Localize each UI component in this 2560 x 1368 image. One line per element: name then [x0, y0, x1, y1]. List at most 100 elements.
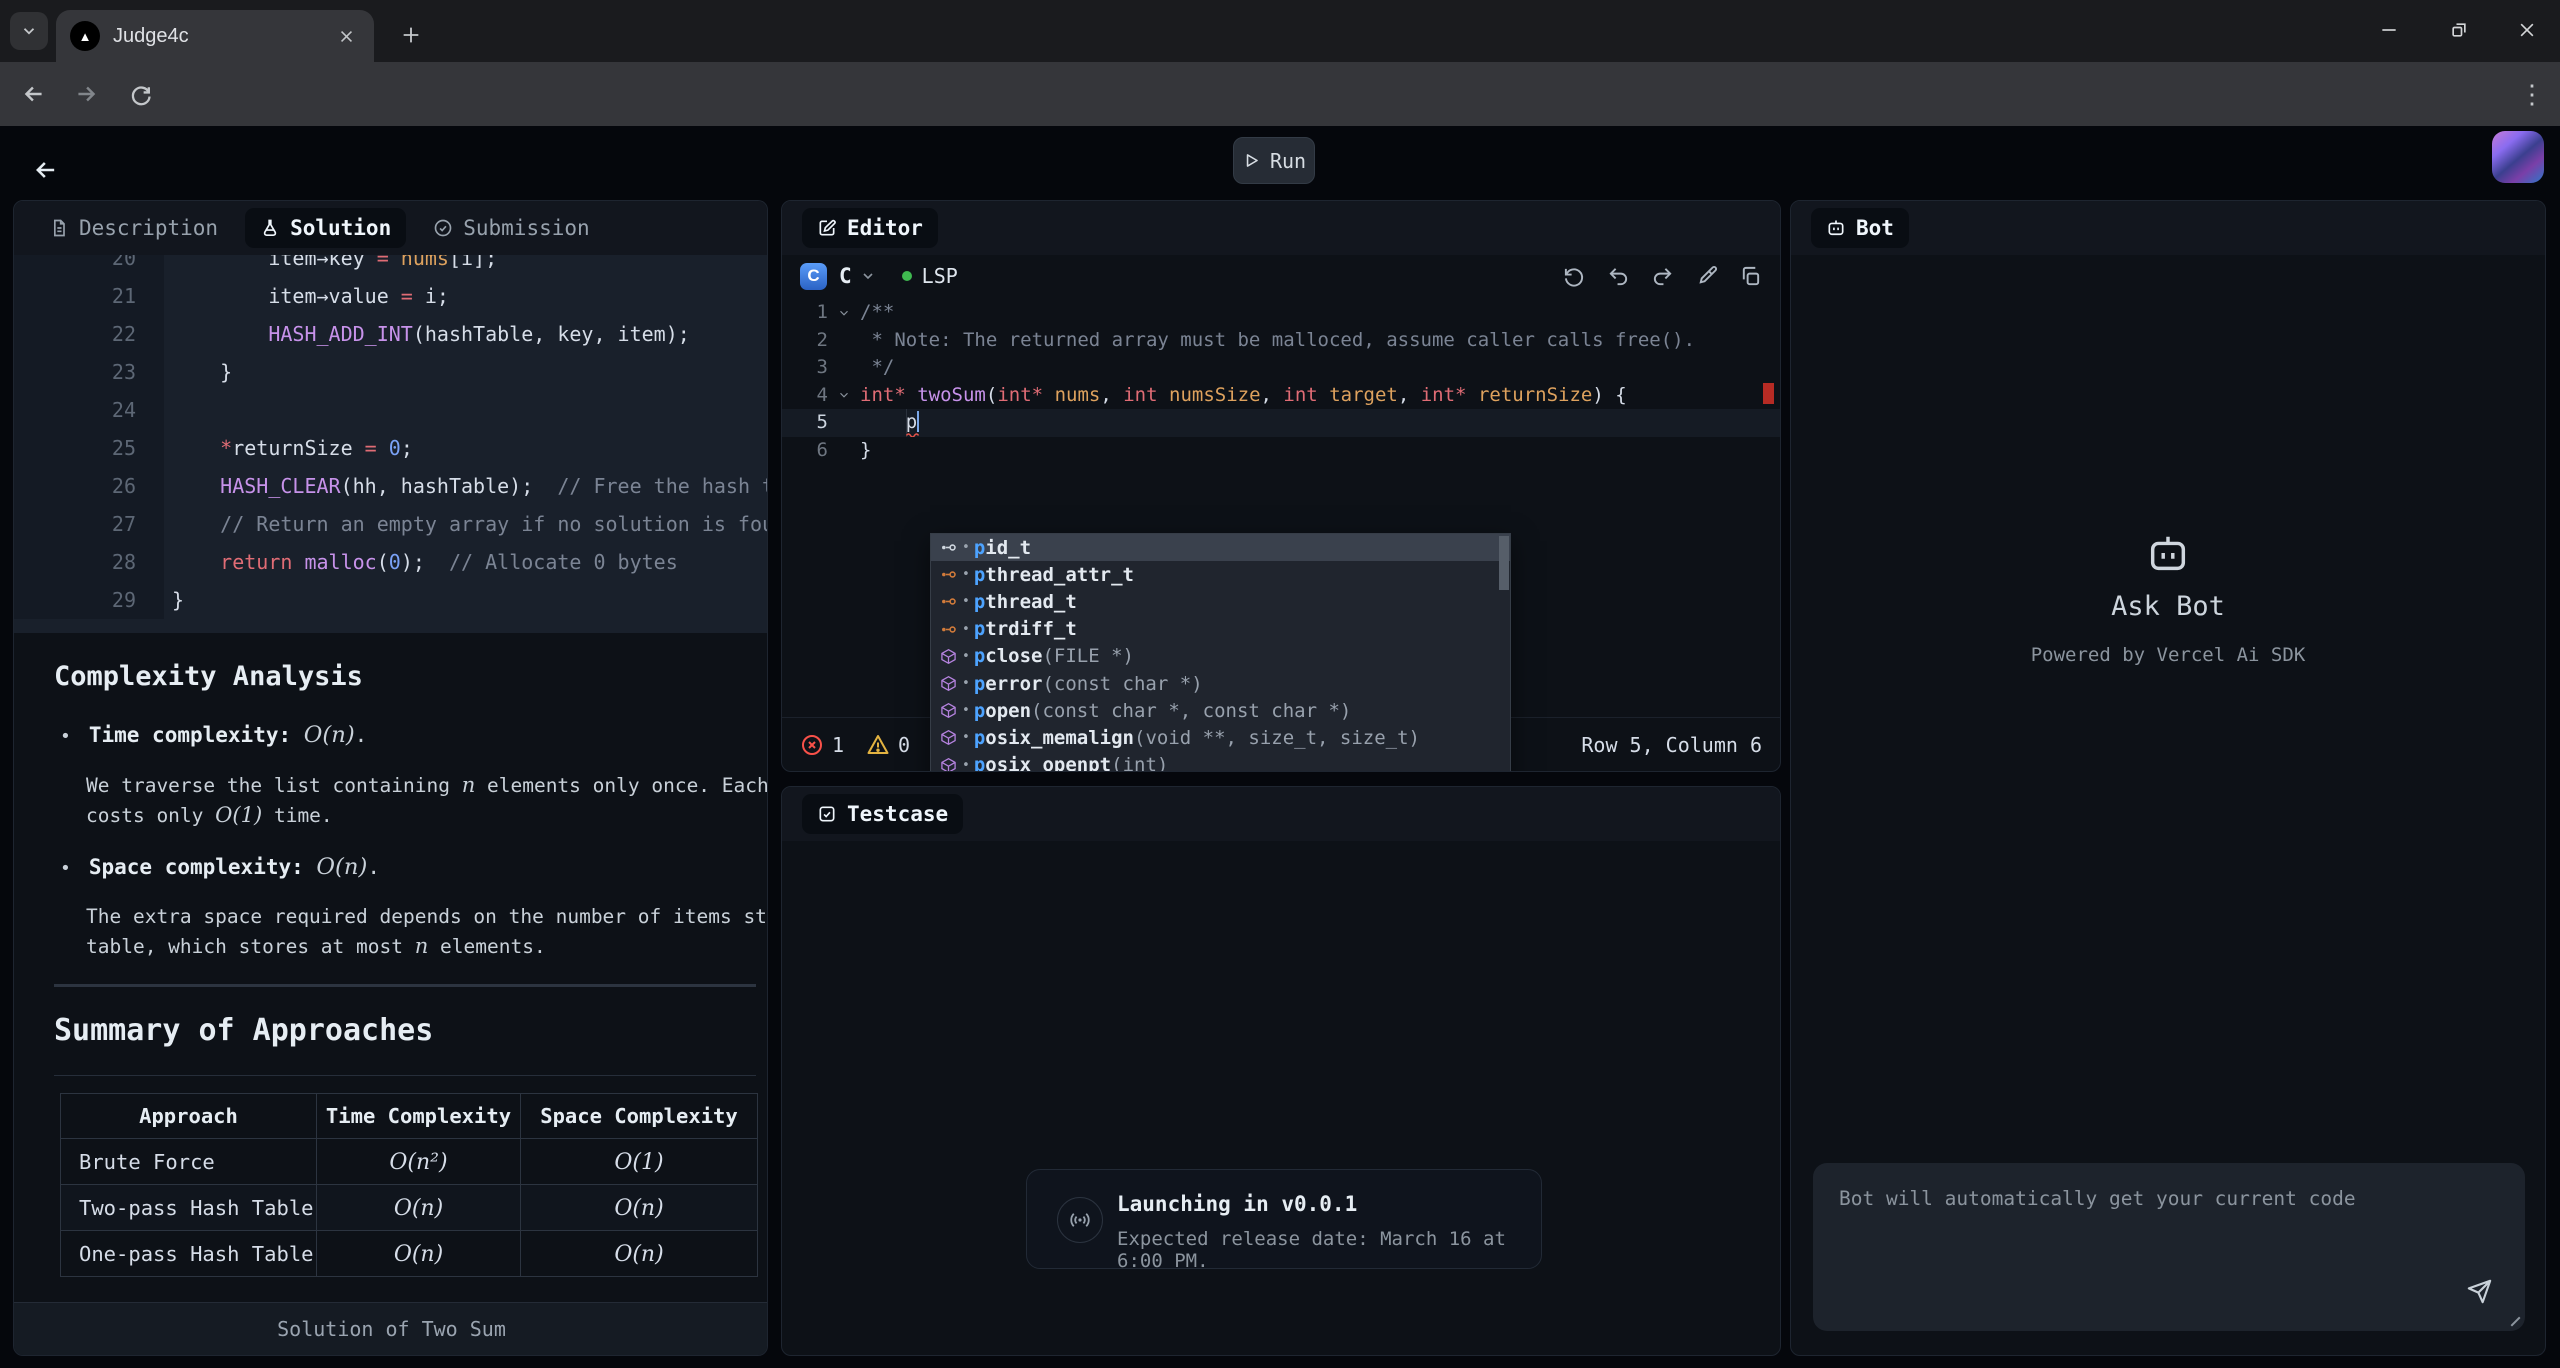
editor-code-line: 6}	[782, 437, 1780, 465]
cube-icon	[940, 757, 957, 772]
play-icon	[1242, 151, 1261, 170]
language-chevron-icon[interactable]	[860, 268, 876, 284]
tab-testcase[interactable]: Testcase	[802, 794, 963, 834]
completion-item[interactable]: •posix_openpt(int)	[931, 752, 1510, 773]
editor-code-line: 3 */	[782, 354, 1780, 382]
launch-title: Launching in v0.0.1	[1117, 1192, 1357, 1216]
testcase-panel-tabs: Testcase	[782, 787, 1780, 841]
browser-tab[interactable]: ▲ Judge4c	[56, 10, 374, 62]
code-line: 23 }	[14, 353, 768, 391]
window-minimize-button[interactable]	[2364, 10, 2414, 50]
completion-item[interactable]: •pclose(FILE *)	[931, 643, 1510, 670]
solution-panel: Description Solution Submission 20 item→ke…	[13, 200, 768, 1356]
completion-item[interactable]: •posix_memalign(void **, size_t, size_t)	[931, 724, 1510, 751]
bot-empty-title: Ask Bot	[1791, 591, 2545, 622]
browser-back-button[interactable]	[14, 74, 54, 114]
cursor-position: Row 5, Column 6	[1581, 733, 1762, 757]
overview-ruler-error-marker	[1763, 383, 1774, 404]
code-line: 28 return malloc(0); // Allocate 0 bytes	[14, 543, 768, 581]
editor-code-line: 4int* twoSum(int* nums, int numsSize, in…	[782, 382, 1780, 410]
completion-item[interactable]: •pthread_attr_t	[931, 561, 1510, 588]
code-line: 20 item→key = nums[i];	[14, 255, 768, 277]
send-icon[interactable]	[2466, 1278, 2493, 1305]
solution-code-lines: 20 item→key = nums[i];21 item→value = i;…	[14, 255, 768, 619]
analysis-heading: Complexity Analysis	[54, 661, 767, 692]
favicon-icon: ▲	[70, 21, 100, 51]
format-code-icon[interactable]	[1695, 265, 1718, 288]
language-label[interactable]: C	[839, 264, 852, 288]
tab-close-icon[interactable]	[332, 22, 360, 50]
solution-code-block[interactable]: 20 item→key = nums[i];21 item→value = i;…	[14, 255, 768, 633]
cube-icon	[940, 702, 957, 719]
app-back-button[interactable]	[24, 148, 68, 192]
browser-forward-button[interactable]	[66, 74, 106, 114]
browser-reload-button[interactable]	[120, 74, 160, 114]
editor-panel-tabs: Editor	[782, 201, 1780, 255]
warning-count-icon	[866, 733, 890, 757]
broadcast-icon	[1057, 1197, 1103, 1243]
tab-title: Judge4c	[113, 25, 332, 48]
complexity-analysis-section: Complexity Analysis •Time complexity: O(…	[54, 661, 767, 985]
text-cursor	[917, 411, 919, 432]
typedef-link-icon	[940, 566, 957, 583]
bot-icon	[2145, 531, 2191, 577]
editor-code-line: 5 p	[782, 409, 1780, 437]
bot-empty-state: Ask Bot Powered by Vercel Ai SDK	[1791, 531, 2545, 666]
code-line: 26 HASH_CLEAR(hh, hashTable); // Free th…	[14, 467, 768, 505]
lsp-status-dot	[902, 271, 912, 281]
launch-subtitle: Expected release date: March 16 at 6:00 …	[1117, 1228, 1541, 1272]
flask-icon	[260, 218, 280, 238]
window-close-button[interactable]	[2502, 10, 2552, 50]
window-restore-button[interactable]	[2434, 10, 2484, 50]
user-avatar[interactable]	[2492, 131, 2544, 183]
tab-search-chevron-button[interactable]	[10, 12, 48, 50]
copy-code-icon[interactable]	[1739, 265, 1762, 288]
fold-chevron-icon[interactable]	[828, 299, 860, 327]
cube-icon	[940, 648, 957, 665]
heading-underline	[54, 1075, 756, 1076]
editor-toolbar: C C LSP	[782, 253, 1780, 299]
typedef-link-icon	[940, 593, 957, 610]
completion-item[interactable]: •ptrdiff_t	[931, 616, 1510, 643]
tab-submission[interactable]: Submission	[418, 208, 604, 248]
analysis-list: •Time complexity: O(n).We traverse the l…	[54, 722, 767, 961]
bot-message-input[interactable]	[1813, 1163, 2525, 1331]
tab-description[interactable]: Description	[34, 208, 233, 248]
	[828, 437, 860, 465]
bot-panel-tabs: Bot	[1791, 201, 2545, 255]
tab-editor[interactable]: Editor	[802, 208, 938, 248]
completion-item[interactable]: •pthread_t	[931, 588, 1510, 615]
editor-code-line: 2 * Note: The returned array must be mal…	[782, 327, 1780, 355]
tab-solution[interactable]: Solution	[245, 208, 406, 248]
run-button[interactable]: Run	[1233, 137, 1315, 184]
c-language-icon: C	[800, 263, 827, 290]
typedef-link-icon	[940, 539, 957, 556]
undo-icon[interactable]	[1607, 265, 1630, 288]
reset-code-icon[interactable]	[1563, 265, 1586, 288]
testcase-panel: Testcase Launching in v0.0.1 Expected re…	[781, 786, 1781, 1356]
fold-chevron-icon[interactable]	[828, 382, 860, 410]
code-line: 22 HASH_ADD_INT(hashTable, key, item);	[14, 315, 768, 353]
code-line: 21 item→value = i;	[14, 277, 768, 315]
editor-code-area[interactable]: 1/**2 * Note: The returned array must be…	[782, 299, 1780, 719]
analysis-bullet: •Time complexity: O(n).	[60, 722, 767, 748]
app-root: Run Description Solution Submission 20 ite…	[0, 126, 2560, 1368]
dropdown-scrollbar-thumb[interactable]	[1499, 536, 1509, 590]
redo-icon[interactable]	[1651, 265, 1674, 288]
bot-panel: Bot Ask Bot Powered by Vercel Ai SDK	[1790, 200, 2546, 1356]
check-circle-icon	[433, 218, 453, 238]
code-line: 24	[14, 391, 768, 429]
code-line: 29}	[14, 581, 768, 619]
completion-item[interactable]: •pid_t	[931, 534, 1510, 561]
tab-bot[interactable]: Bot	[1811, 208, 1909, 248]
approaches-table: ApproachTime ComplexitySpace ComplexityB…	[60, 1093, 758, 1277]
solution-panel-tabs: Description Solution Submission	[14, 201, 767, 255]
code-line: 27 // Return an empty array if no soluti…	[14, 505, 768, 543]
summary-heading: Summary of Approaches	[54, 1013, 433, 1048]
bot-empty-subtitle: Powered by Vercel Ai SDK	[1791, 644, 2545, 666]
completion-item[interactable]: •perror(const char *)	[931, 670, 1510, 697]
error-count-icon	[800, 733, 824, 757]
new-tab-button[interactable]	[392, 16, 430, 54]
browser-menu-icon[interactable]: ⋮	[2512, 74, 2552, 114]
completion-item[interactable]: •popen(const char *, const char *)	[931, 697, 1510, 724]
